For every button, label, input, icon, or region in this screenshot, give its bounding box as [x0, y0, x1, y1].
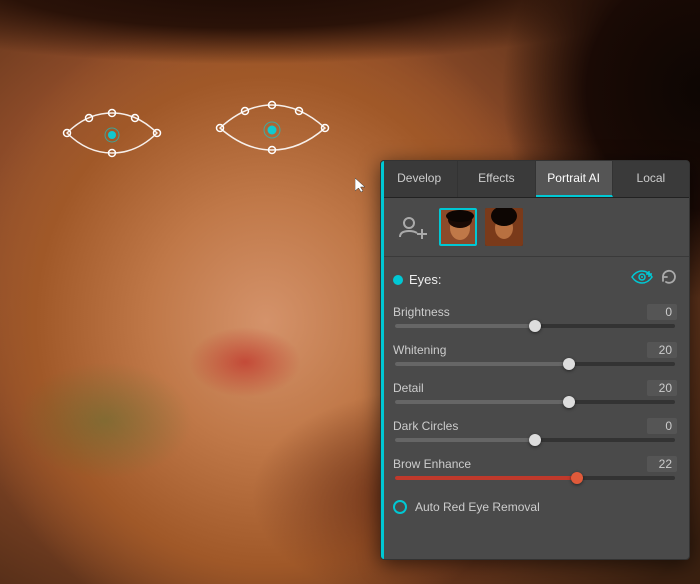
tab-bar: Develop Effects Portrait AI Local [381, 161, 689, 198]
brightness-label-row: Brightness 0 [393, 304, 677, 320]
brow-enhance-label: Brow Enhance [393, 457, 471, 471]
whitening-thumb[interactable] [563, 358, 575, 370]
dark-circles-thumb[interactable] [529, 434, 541, 446]
auto-red-eye-row: Auto Red Eye Removal [393, 494, 677, 520]
detail-thumb[interactable] [563, 396, 575, 408]
eyes-label-text: Eyes: [409, 272, 442, 287]
brightness-value: 0 [647, 304, 677, 320]
brightness-thumb[interactable] [529, 320, 541, 332]
add-person-button[interactable] [393, 208, 431, 246]
add-eye-button[interactable] [631, 269, 653, 290]
dark-circles-label: Dark Circles [393, 419, 458, 433]
brow-enhance-fill [395, 476, 577, 480]
brightness-label: Brightness [393, 305, 450, 319]
eyes-section-header: Eyes: [393, 265, 677, 294]
reset-eyes-button[interactable] [661, 269, 677, 290]
eyes-actions [631, 269, 677, 290]
dark-circles-label-row: Dark Circles 0 [393, 418, 677, 434]
tab-local[interactable]: Local [613, 161, 689, 197]
dark-circles-value: 0 [647, 418, 677, 434]
whitening-label: Whitening [393, 343, 446, 357]
dark-circles-track[interactable] [395, 438, 675, 442]
eyes-enabled-dot[interactable] [393, 275, 403, 285]
whitening-track[interactable] [395, 362, 675, 366]
detail-value: 20 [647, 380, 677, 396]
detail-label-row: Detail 20 [393, 380, 677, 396]
whitening-value: 20 [647, 342, 677, 358]
detail-slider-row: Detail 20 [393, 380, 677, 404]
dark-circles-slider-row: Dark Circles 0 [393, 418, 677, 442]
brow-enhance-thumb[interactable] [571, 472, 583, 484]
brow-enhance-label-row: Brow Enhance 22 [393, 456, 677, 472]
portrait-image-2 [485, 208, 523, 246]
portrait-thumb-1[interactable] [439, 208, 477, 246]
tab-portrait-ai[interactable]: Portrait AI [536, 161, 613, 197]
brow-enhance-track[interactable] [395, 476, 675, 480]
portrait-selection-row [381, 198, 689, 257]
whitening-slider-row: Whitening 20 [393, 342, 677, 366]
brightness-track[interactable] [395, 324, 675, 328]
eye-right-selection [215, 100, 330, 155]
detail-track[interactable] [395, 400, 675, 404]
brow-enhance-slider-row: Brow Enhance 22 [393, 456, 677, 480]
tab-develop[interactable]: Develop [381, 161, 458, 197]
brightness-slider-row: Brightness 0 [393, 304, 677, 328]
whitening-label-row: Whitening 20 [393, 342, 677, 358]
tab-effects[interactable]: Effects [458, 161, 535, 197]
auto-red-eye-toggle[interactable] [393, 500, 407, 514]
brow-enhance-value: 22 [647, 456, 677, 472]
eyes-label: Eyes: [393, 272, 442, 287]
detail-label: Detail [393, 381, 424, 395]
portrait-ai-panel: Develop Effects Portrait AI Local [380, 160, 690, 560]
dark-circles-fill [395, 438, 535, 442]
portrait-image-1 [441, 210, 475, 244]
brightness-fill [395, 324, 535, 328]
eye-left-selection [62, 108, 162, 158]
whitening-fill [395, 362, 569, 366]
panel-content: Eyes: [381, 257, 689, 555]
detail-fill [395, 400, 569, 404]
auto-red-eye-label: Auto Red Eye Removal [415, 500, 540, 514]
portrait-thumb-2[interactable] [485, 208, 523, 246]
